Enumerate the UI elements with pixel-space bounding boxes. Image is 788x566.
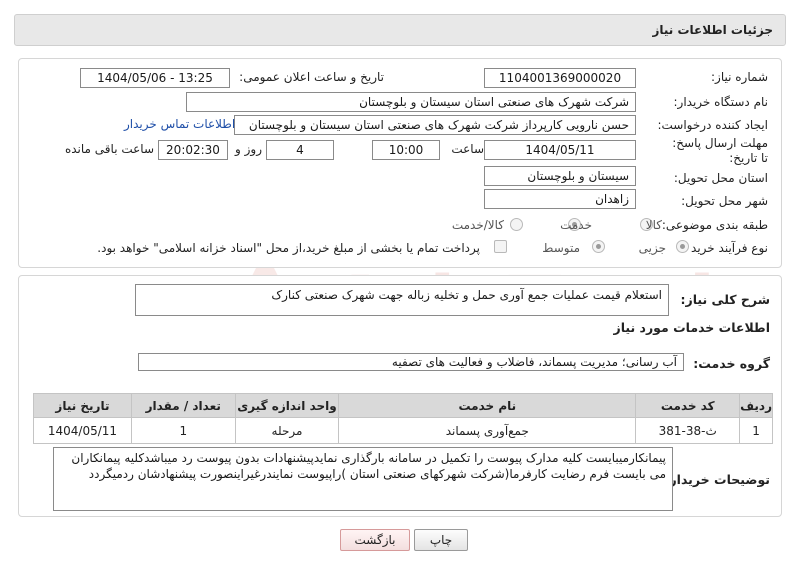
need-description-field[interactable]: استعلام قیمت عملیات جمع آوری حمل و تخلیه… — [135, 284, 669, 316]
service-group-label: گروه خدمت: — [693, 356, 770, 371]
table-row[interactable]: 1 ث-38-381 جمع‌آوری پسماند مرحله 1 1404/… — [33, 417, 773, 444]
need-description-label: شرح کلی نیاز: — [680, 292, 770, 307]
process-radio-minor[interactable] — [676, 240, 689, 253]
need-number-field[interactable]: 1104001369000020 — [484, 68, 636, 88]
process-label: نوع فرآیند خرید : — [683, 241, 768, 255]
cell-service-code: ث-38-381 — [635, 417, 741, 444]
days-label: روز و — [235, 142, 262, 156]
category-option-service: خدمت — [560, 218, 592, 232]
remaining-days-field[interactable]: 4 — [266, 140, 334, 160]
buyer-org-label: نام دستگاه خریدار: — [673, 95, 769, 109]
treasury-payment-checkbox[interactable] — [494, 240, 507, 253]
buyer-contact-link[interactable]: اطلاعات تماس خریدار — [124, 117, 235, 131]
creator-field[interactable]: حسن نارویی کارپرداز شرکت شهرک های صنعتی … — [234, 115, 636, 135]
remaining-label: ساعت باقی مانده — [64, 142, 154, 156]
deadline-time-label: ساعت — [451, 142, 484, 156]
announce-label: تاریخ و ساعت اعلان عمومی: — [239, 70, 384, 84]
province-field[interactable]: سیستان و بلوچستان — [484, 166, 636, 186]
services-table-header: ردیف کد خدمت نام خدمت واحد اندازه گیری ت… — [33, 393, 773, 418]
process-option-medium: متوسط — [542, 241, 580, 255]
treasury-payment-note: پرداخت تمام یا بخشی از مبلغ خرید،از محل … — [97, 241, 480, 255]
page-title: جزئیات اطلاعات نیاز — [652, 23, 773, 37]
col-unit: واحد اندازه گیری — [234, 393, 340, 418]
service-group-field[interactable]: آب رسانی؛ مدیریت پسماند، فاضلاب و فعالیت… — [138, 353, 684, 371]
cell-service-name: جمع‌آوری پسماند — [338, 417, 637, 444]
col-need-date: تاریخ نیاز — [33, 393, 132, 418]
province-label: استان محل تحویل: — [673, 171, 768, 185]
category-label: طبقه بندی موضوعی: — [661, 218, 768, 232]
category-option-goods: کالا — [645, 218, 662, 232]
print-button[interactable]: چاپ — [414, 529, 468, 551]
deadline-time-field[interactable]: 10:00 — [372, 140, 440, 160]
cell-need-date: 1404/05/11 — [33, 417, 132, 444]
need-number-label: شماره نیاز: — [711, 70, 768, 84]
cell-quantity: 1 — [130, 417, 236, 444]
city-field[interactable]: زاهدان — [484, 189, 636, 209]
process-radio-medium[interactable] — [592, 240, 605, 253]
remaining-time-field[interactable]: 20:02:30 — [158, 140, 228, 160]
deadline-label: مهلت ارسال پاسخ: تا تاریخ: — [672, 136, 768, 165]
col-quantity: تعداد / مقدار — [130, 393, 236, 418]
deadline-date-field[interactable]: 1404/05/11 — [484, 140, 636, 160]
category-radio-goods-service[interactable] — [510, 218, 523, 231]
buyer-notes-label: توضیحات خریدار: — [664, 472, 770, 487]
page-header: جزئیات اطلاعات نیاز — [14, 14, 786, 46]
cell-row: 1 — [739, 417, 773, 444]
buyer-notes-field[interactable]: پیمانکارمیبایست کلیه مدارک پیوست را تکمی… — [53, 447, 673, 511]
cell-unit: مرحله — [234, 417, 340, 444]
back-button[interactable]: بازگشت — [340, 529, 410, 551]
category-option-goods-service: کالا/خدمت — [451, 218, 504, 232]
creator-label: ایجاد کننده درخواست: — [657, 118, 768, 132]
services-table: ردیف کد خدمت نام خدمت واحد اندازه گیری ت… — [33, 393, 773, 444]
col-service-code: کد خدمت — [635, 393, 741, 418]
col-row: ردیف — [739, 393, 773, 418]
city-label: شهر محل تحویل: — [681, 194, 768, 208]
process-option-minor: جزیی — [638, 241, 666, 255]
announce-datetime-field[interactable]: 1404/05/06 - 13:25 — [80, 68, 230, 88]
services-section-title: اطلاعات خدمات مورد نیاز — [613, 320, 771, 335]
buyer-org-field[interactable]: شرکت شهرک های صنعتی استان سیستان و بلوچس… — [186, 92, 636, 112]
col-service-name: نام خدمت — [338, 393, 637, 418]
